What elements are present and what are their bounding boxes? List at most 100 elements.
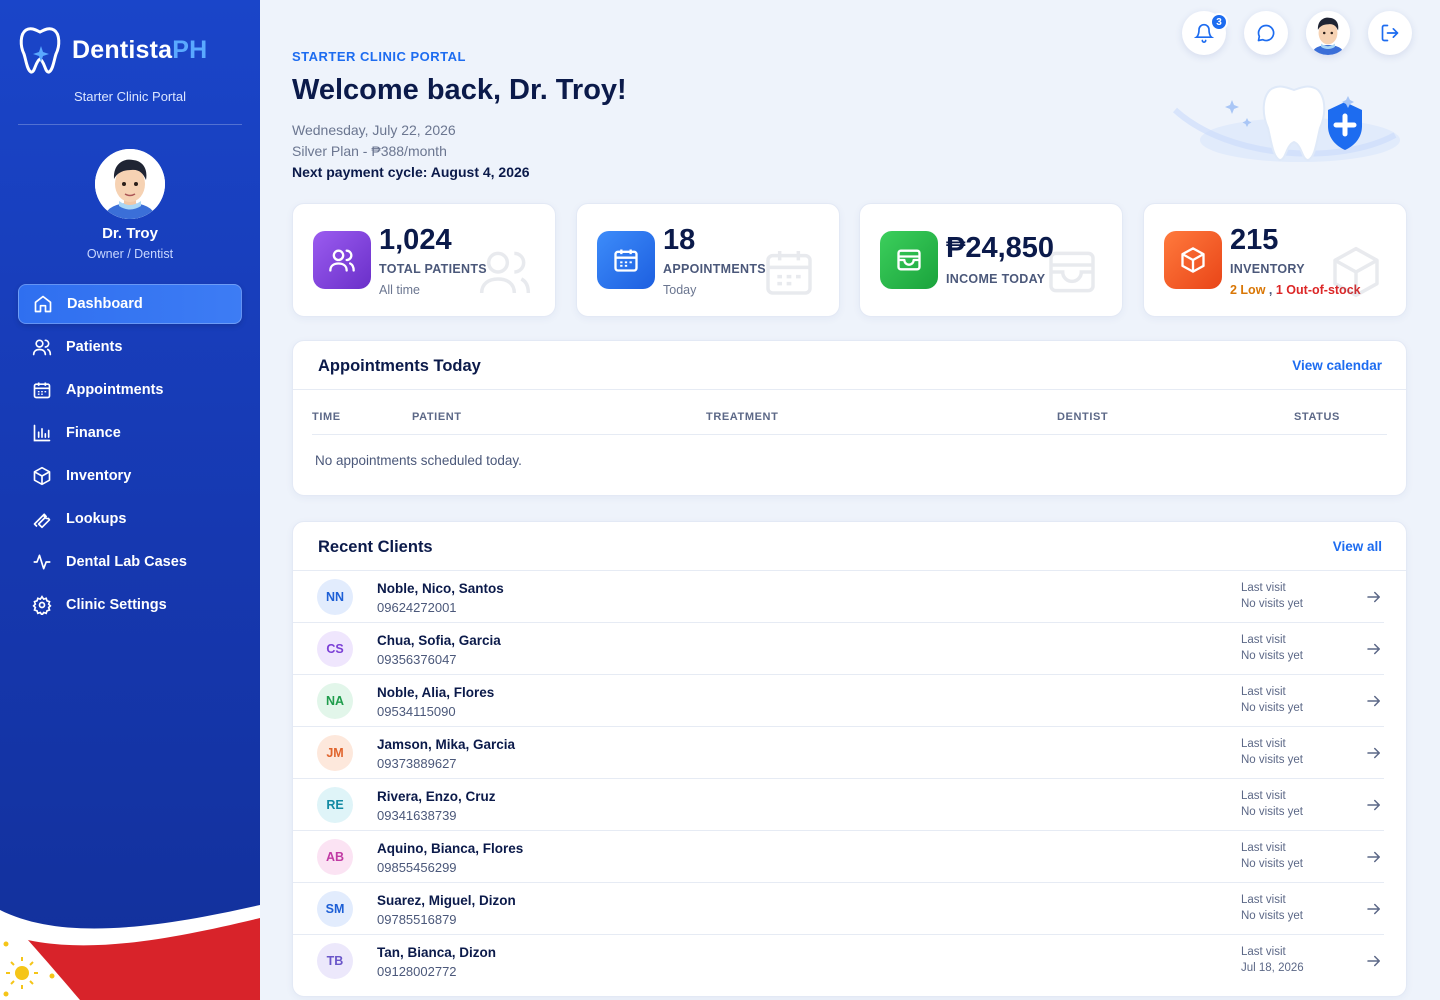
sidebar-nav: Dashboard Patients Appointments Finance … xyxy=(18,284,242,628)
client-phone: 09855456299 xyxy=(377,860,457,875)
tooth-shield-illustration xyxy=(1172,85,1400,162)
client-name[interactable]: Tan, Bianca, Dizon xyxy=(377,945,496,960)
tooth-logo-icon xyxy=(19,27,61,74)
client-row[interactable]: JM Jamson, Mika, Garcia 09373889627 Last vi… xyxy=(293,727,1406,779)
column-header-dentist[interactable]: DENTIST xyxy=(1057,411,1108,423)
stat-card-inventory[interactable]: 215 INVENTORY 2 Low , 1 Out-of-stock xyxy=(1143,203,1407,317)
wrench-icon xyxy=(33,513,51,529)
logout-icon xyxy=(1381,24,1399,42)
sidebar-item-inventory[interactable]: Inventory xyxy=(18,456,242,496)
next-payment: Next payment cycle: August 4, 2026 xyxy=(292,164,530,180)
income-stat-icon xyxy=(880,231,938,289)
client-avatar: AB xyxy=(317,839,353,875)
client-row[interactable]: SM Suarez, Miguel, Dizon 09785516879 Last v… xyxy=(293,883,1406,935)
client-row[interactable]: TB Tan, Bianca, Dizon 09128002772 Last visi… xyxy=(293,935,1406,989)
user-name: Dr. Troy xyxy=(102,225,158,242)
stat-card-appointments[interactable]: 18 APPOINTMENTS Today xyxy=(576,203,840,317)
arrow-right-icon[interactable] xyxy=(1365,900,1383,918)
last-visit-label: Last visit xyxy=(1241,946,1286,958)
stat-value: ₱24,850 xyxy=(946,232,1055,264)
sidebar-item-dashboard[interactable]: Dashboard xyxy=(18,284,242,324)
brand-logo[interactable]: DentistaPH xyxy=(18,24,207,76)
sidebar-item-label: Lookups xyxy=(66,511,127,527)
bar-chart-icon xyxy=(33,424,51,442)
client-phone: 09341638739 xyxy=(377,808,457,823)
box-icon xyxy=(1181,247,1205,273)
client-phone: 09356376047 xyxy=(377,652,457,667)
arrow-right-icon[interactable] xyxy=(1365,796,1383,814)
stat-value: 215 xyxy=(1230,224,1279,256)
home-icon xyxy=(34,295,52,313)
status-separator: , xyxy=(1268,283,1273,297)
client-row[interactable]: RE Rivera, Enzo, Cruz 09341638739 Last visi… xyxy=(293,779,1406,831)
arrow-right-icon[interactable] xyxy=(1365,744,1383,762)
stat-label: TOTAL PATIENTS xyxy=(379,262,487,276)
arrow-right-icon[interactable] xyxy=(1365,848,1383,866)
stat-sublabel: Today xyxy=(663,283,697,297)
last-visit-label: Last visit xyxy=(1241,790,1286,802)
stat-value: 18 xyxy=(663,224,696,256)
wallet-icon xyxy=(897,249,921,271)
last-visit-label: Last visit xyxy=(1241,686,1286,698)
notifications-button[interactable]: 3 xyxy=(1182,11,1228,55)
sidebar: DentistaPH Starter Clinic Portal Dr. Tro… xyxy=(0,0,260,1000)
arrow-right-icon[interactable] xyxy=(1365,588,1383,606)
low-stock-count[interactable]: 2 Low xyxy=(1230,283,1265,297)
last-visit-value: No visits yet xyxy=(1241,910,1303,922)
last-visit-label: Last visit xyxy=(1241,842,1286,854)
column-header-time[interactable]: TIME xyxy=(312,411,341,423)
last-visit-label: Last visit xyxy=(1241,894,1286,906)
wallet-watermark-icon xyxy=(1049,251,1095,293)
arrow-right-icon[interactable] xyxy=(1365,692,1383,710)
client-name[interactable]: Noble, Nico, Santos xyxy=(377,581,504,596)
client-name[interactable]: Chua, Sofia, Garcia xyxy=(377,633,501,648)
user-avatar[interactable] xyxy=(95,149,165,219)
client-phone: 09128002772 xyxy=(377,964,457,979)
calendar-watermark-icon xyxy=(766,251,812,295)
client-name[interactable]: Noble, Alia, Flores xyxy=(377,685,494,700)
stat-card-patients[interactable]: 1,024 TOTAL PATIENTS All time xyxy=(292,203,556,317)
panel-divider xyxy=(293,389,1406,390)
profile-avatar-button[interactable] xyxy=(1306,11,1350,55)
users-watermark-icon xyxy=(479,251,531,294)
view-calendar-link[interactable]: View calendar xyxy=(1292,358,1382,373)
last-visit-label: Last visit xyxy=(1241,582,1286,594)
panel-title: Appointments Today xyxy=(318,357,481,375)
column-header-treatment[interactable]: TREATMENT xyxy=(706,411,778,423)
calendar-icon xyxy=(614,249,638,272)
client-row[interactable]: AB Aquino, Bianca, Flores 09855456299 Last … xyxy=(293,831,1406,883)
last-visit-value: No visits yet xyxy=(1241,806,1303,818)
arrow-right-icon[interactable] xyxy=(1365,952,1383,970)
client-avatar: TB xyxy=(317,943,353,979)
messages-button[interactable] xyxy=(1244,11,1288,55)
logout-button[interactable] xyxy=(1368,11,1412,55)
table-header-divider xyxy=(312,434,1387,435)
client-name[interactable]: Aquino, Bianca, Flores xyxy=(377,841,523,856)
client-row[interactable]: NN Noble, Nico, Santos 09624272001 Last vis… xyxy=(293,571,1406,623)
last-visit-value: No visits yet xyxy=(1241,754,1303,766)
sidebar-item-finance[interactable]: Finance xyxy=(18,413,242,453)
stat-card-income[interactable]: ₱24,850 INCOME TODAY xyxy=(859,203,1123,317)
stat-value: 1,024 xyxy=(379,224,452,256)
client-phone: 09373889627 xyxy=(377,756,457,771)
users-icon xyxy=(32,339,52,356)
sidebar-item-clinic-settings[interactable]: Clinic Settings xyxy=(18,585,242,625)
arrow-right-icon[interactable] xyxy=(1365,640,1383,658)
sidebar-item-lookups[interactable]: Lookups xyxy=(18,499,242,539)
client-name[interactable]: Rivera, Enzo, Cruz xyxy=(377,789,496,804)
client-row[interactable]: NA Noble, Alia, Flores 09534115090 Last vis… xyxy=(293,675,1406,727)
client-row[interactable]: CS Chua, Sofia, Garcia 09356376047 Last vis… xyxy=(293,623,1406,675)
column-header-status[interactable]: STATUS xyxy=(1294,411,1340,423)
client-avatar: SM xyxy=(317,891,353,927)
client-name[interactable]: Suarez, Miguel, Dizon xyxy=(377,893,516,908)
gear-icon xyxy=(32,595,52,615)
sidebar-item-label: Finance xyxy=(66,425,121,441)
sidebar-item-patients[interactable]: Patients xyxy=(18,327,242,367)
appointments-today-panel: Appointments Today View calendar TIME PA… xyxy=(292,340,1407,496)
sidebar-item-dental-lab-cases[interactable]: Dental Lab Cases xyxy=(18,542,242,582)
client-name[interactable]: Jamson, Mika, Garcia xyxy=(377,737,515,752)
sidebar-item-appointments[interactable]: Appointments xyxy=(18,370,242,410)
view-all-link[interactable]: View all xyxy=(1333,539,1382,554)
activity-icon xyxy=(33,554,51,570)
column-header-patient[interactable]: PATIENT xyxy=(412,411,462,423)
